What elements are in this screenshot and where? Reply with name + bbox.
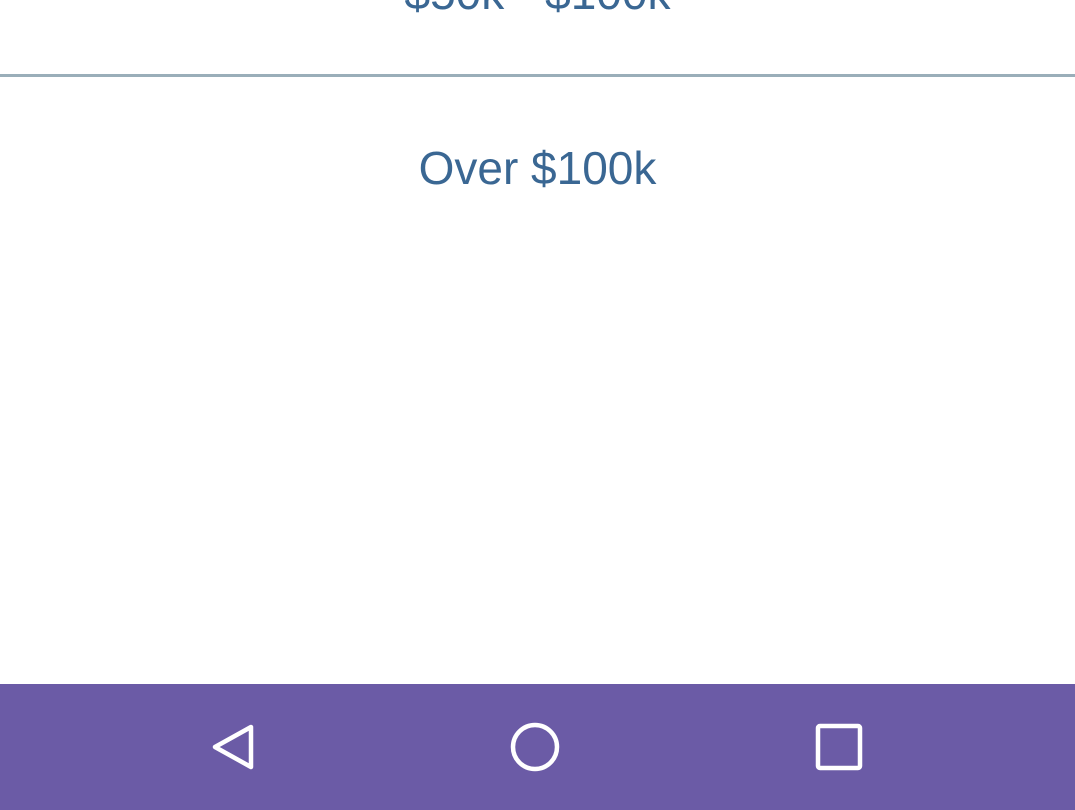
- home-circle-icon: [510, 722, 560, 772]
- home-button[interactable]: [465, 684, 605, 810]
- income-option-list: $50k - $100k Over $100k: [0, 0, 1075, 684]
- back-triangle-icon: [212, 724, 254, 770]
- back-button[interactable]: [162, 684, 302, 810]
- recents-square-icon: [815, 723, 863, 771]
- option-over-100k[interactable]: Over $100k: [0, 140, 1075, 196]
- option-50k-100k[interactable]: $50k - $100k: [0, 0, 1075, 21]
- option-divider: [0, 74, 1075, 77]
- recents-button[interactable]: [769, 684, 909, 810]
- android-navigation-bar: [0, 684, 1075, 810]
